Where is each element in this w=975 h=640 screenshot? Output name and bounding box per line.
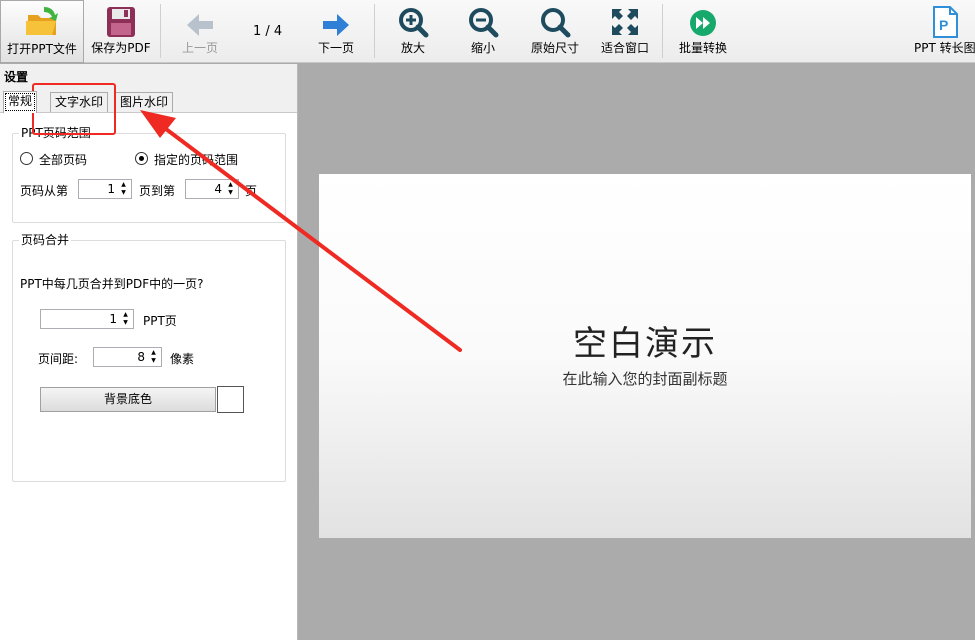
from-page-label: 页码从第 xyxy=(20,184,69,198)
zoom-in-icon xyxy=(399,8,429,38)
spinner-arrows-icon[interactable]: ▲ ▼ xyxy=(119,181,128,197)
zoom-in-label: 放大 xyxy=(400,41,425,55)
slide-subtitle: 在此输入您的封面副标题 xyxy=(562,370,728,388)
page-spacing-value: 8 xyxy=(137,350,145,364)
from-page-value: 1 xyxy=(107,182,115,196)
tab-general[interactable]: 常规 xyxy=(3,91,38,113)
ppt-to-long-image-button[interactable]: P PPT 转长图 xyxy=(912,0,975,63)
slide-preview: 空白演示 在此输入您的封面副标题 xyxy=(319,174,971,538)
background-color-swatch[interactable] xyxy=(217,386,244,413)
svg-text:P: P xyxy=(939,17,948,33)
page-merge-group-title: 页码合并 xyxy=(19,233,72,247)
specified-range-radio[interactable] xyxy=(135,152,148,165)
slide-title: 空白演示 xyxy=(573,324,717,364)
folder-open-icon xyxy=(26,7,58,35)
toolbar: 打开PPT文件 保存为PDF 上一页 1 / 4 下一页 放大 缩小 原始尺寸 … xyxy=(0,0,975,63)
specified-range-label[interactable]: 指定的页码范围 xyxy=(154,151,238,168)
page-range-group: PPT页码范围 xyxy=(12,126,286,223)
to-page-label: 页到第 xyxy=(139,184,176,198)
page-end-label: 页 xyxy=(245,184,258,198)
tab-image-watermark[interactable]: 图片水印 xyxy=(115,92,174,113)
save-pdf-label: 保存为PDF xyxy=(91,41,151,55)
original-size-label: 原始尺寸 xyxy=(530,41,579,55)
next-page-label: 下一页 xyxy=(317,41,354,55)
toolbar-separator xyxy=(160,4,161,58)
prev-page-label: 上一页 xyxy=(181,41,218,55)
fast-forward-icon xyxy=(690,10,716,36)
settings-panel: 设置 常规 文字水印 图片水印 PPT页码范围 全部页码 指定的页码范围 页码从… xyxy=(0,64,298,640)
arrow-right-icon xyxy=(323,14,349,36)
tab-content-general: PPT页码范围 全部页码 指定的页码范围 页码从第 1 ▲ ▼ 页到第 4 ▲ ▼ … xyxy=(0,112,297,640)
spinner-arrows-icon[interactable]: ▲ ▼ xyxy=(226,181,235,197)
page-spacing-spinner[interactable]: 8 ▲ ▼ xyxy=(93,347,162,367)
to-page-value: 4 xyxy=(214,182,222,196)
toolbar-separator xyxy=(374,4,375,58)
background-color-button[interactable]: 背景底色 xyxy=(40,387,216,412)
page-spacing-unit: 像素 xyxy=(170,352,195,366)
spinner-arrows-icon[interactable]: ▲ ▼ xyxy=(121,311,130,327)
tab-text-watermark[interactable]: 文字水印 xyxy=(50,92,109,113)
page-spacing-label: 页间距: xyxy=(38,352,79,366)
save-pdf-button[interactable]: 保存为PDF xyxy=(86,0,156,63)
magnifier-icon xyxy=(541,8,571,38)
all-pages-label[interactable]: 全部页码 xyxy=(39,151,87,168)
ppt-unit-label: PPT页 xyxy=(143,314,177,328)
zoom-out-label: 缩小 xyxy=(470,41,495,55)
from-page-spinner[interactable]: 1 ▲ ▼ xyxy=(78,179,132,199)
batch-convert-button[interactable]: 批量转换 xyxy=(670,0,736,63)
ppt-file-icon: P xyxy=(933,6,958,38)
page-indicator: 1 / 4 xyxy=(253,24,283,39)
ppt-to-long-image-label: PPT 转长图 xyxy=(914,41,975,55)
batch-convert-label: 批量转换 xyxy=(678,41,727,55)
zoom-out-icon xyxy=(469,8,499,38)
save-disk-icon xyxy=(107,7,135,37)
open-ppt-button[interactable]: 打开PPT文件 xyxy=(0,0,84,63)
all-pages-radio[interactable] xyxy=(20,152,33,165)
to-page-spinner[interactable]: 4 ▲ ▼ xyxy=(185,179,239,199)
settings-panel-title: 设置 xyxy=(4,70,29,84)
spinner-arrows-icon[interactable]: ▲ ▼ xyxy=(149,349,158,365)
toolbar-separator xyxy=(662,4,663,58)
page-range-group-title: PPT页码范围 xyxy=(19,126,93,140)
open-ppt-label: 打开PPT文件 xyxy=(7,42,77,56)
prev-page-button[interactable]: 上一页 xyxy=(170,0,230,63)
slide-preview-area: 空白演示 在此输入您的封面副标题 xyxy=(299,64,975,640)
fit-window-button[interactable]: 适合窗口 xyxy=(594,0,656,63)
fit-window-icon xyxy=(612,9,638,35)
ppt-per-page-value: 1 xyxy=(109,312,117,326)
arrow-left-icon xyxy=(187,14,213,36)
ppt-per-page-spinner[interactable]: 1 ▲ ▼ xyxy=(40,309,134,329)
merge-question: PPT中每几页合并到PDF中的一页? xyxy=(20,277,204,291)
zoom-out-button[interactable]: 缩小 xyxy=(454,0,512,63)
original-size-button[interactable]: 原始尺寸 xyxy=(524,0,586,63)
fit-window-label: 适合窗口 xyxy=(600,41,649,55)
zoom-in-button[interactable]: 放大 xyxy=(384,0,442,63)
next-page-button[interactable]: 下一页 xyxy=(306,0,366,63)
